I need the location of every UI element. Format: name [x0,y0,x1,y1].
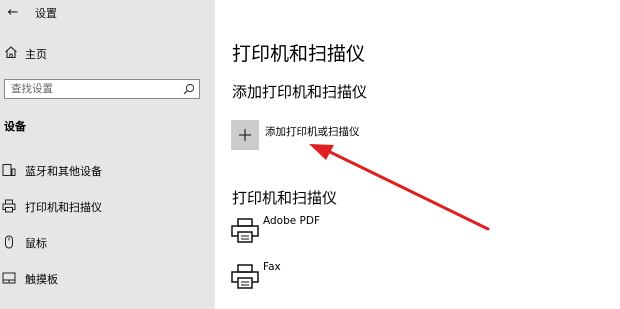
search-icon[interactable] [183,83,195,95]
bluetooth-devices-icon [2,164,16,176]
mouse-icon [5,235,13,249]
touchpad-icon [2,272,16,284]
printer-icon [231,218,259,243]
home-icon [5,46,17,59]
search-box[interactable] [4,79,200,99]
sidebar-item-bluetooth[interactable]: 蓝牙和其他设备 [0,157,215,183]
sidebar-item-mouse[interactable]: 鼠标 [0,229,215,255]
printer-name: Fax [263,261,281,273]
sidebar-item-label: 打印机和扫描仪 [25,201,102,214]
printer-item-fax[interactable]: Fax [231,261,431,291]
printer-item-adobe-pdf[interactable]: Adobe PDF [231,215,431,245]
sidebar-item-printers[interactable]: 打印机和扫描仪 [0,193,215,219]
add-printer-label[interactable]: 添加打印机或扫描仪 [265,124,360,139]
printer-icon [231,264,259,289]
add-section-title: 添加打印机和扫描仪 [232,83,368,101]
sidebar-item-touchpad[interactable]: 触摸板 [0,265,215,291]
sidebar-item-label: 主页 [25,48,47,61]
back-arrow-icon: ← [7,4,19,20]
sidebar-item-label: 触摸板 [25,273,58,286]
sidebar-item-label: 鼠标 [25,237,47,250]
plus-icon [239,129,251,141]
printers-section-title: 打印机和扫描仪 [232,189,338,207]
sidebar-item-label: 蓝牙和其他设备 [25,165,102,178]
search-input[interactable] [11,80,181,98]
add-printer-button[interactable] [231,120,259,150]
printer-name: Adobe PDF [263,215,321,227]
settings-window: ← 设置 主页 设备 蓝牙和其他设备 [0,0,620,309]
sidebar: ← 设置 主页 设备 蓝牙和其他设备 [0,0,215,309]
sidebar-section-title: 设备 [4,120,26,133]
main-content: 打印机和扫描仪 添加打印机和扫描仪 添加打印机或扫描仪 打印机和扫描仪 Adob… [215,0,620,309]
page-title: 打印机和扫描仪 [232,43,366,65]
sidebar-item-home[interactable]: 主页 [0,42,215,66]
title-bar: ← 设置 [0,0,215,26]
printer-icon [2,199,16,213]
back-button[interactable]: ← [2,2,24,22]
window-title: 设置 [35,7,57,20]
